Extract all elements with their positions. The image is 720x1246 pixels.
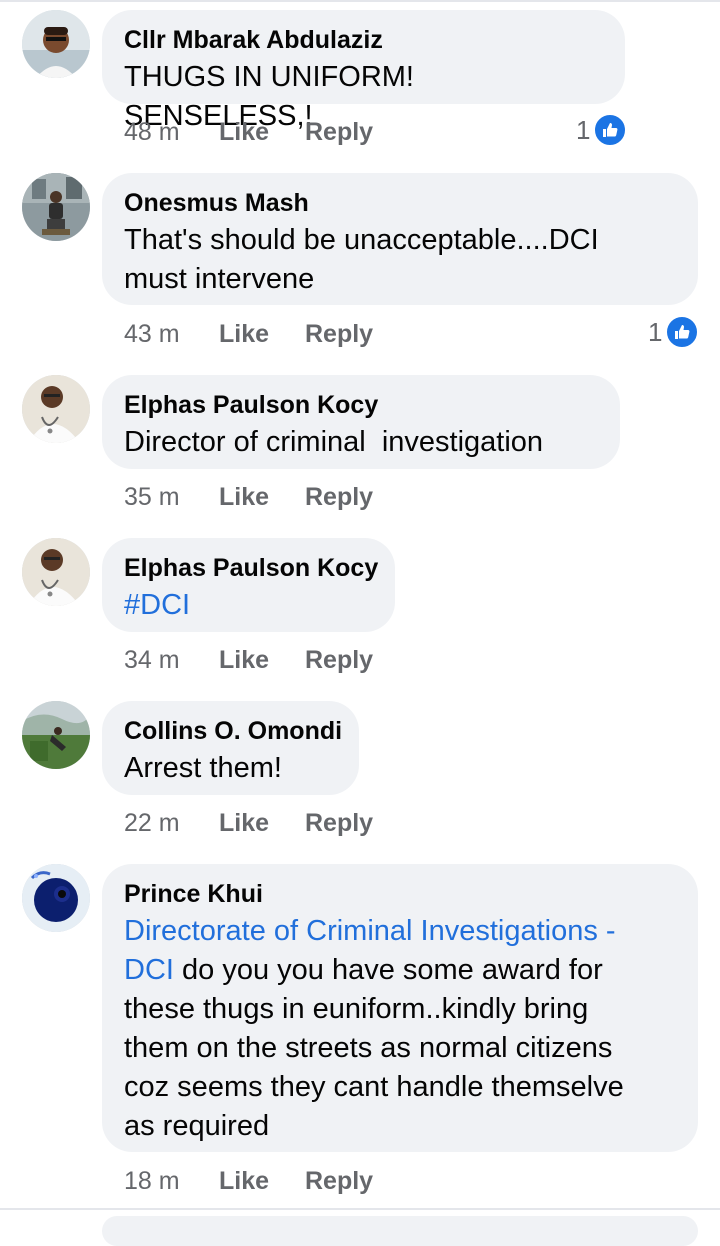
- page-mention-link[interactable]: Directorate of Criminal Investigations -: [124, 915, 616, 947]
- comment-bubble: Prince Khui Directorate of Criminal Inve…: [102, 864, 698, 1152]
- comment-text-line: these thugs in euniform..kindly bring: [124, 993, 589, 1025]
- comment-text-line: coz seems they cant handle themselve: [124, 1071, 624, 1103]
- next-comment-bubble: [102, 1216, 698, 1246]
- comment-text-line: Directorate of Criminal Investigations -: [124, 912, 676, 951]
- comment-item: Prince Khui Directorate of Criminal Inve…: [0, 0, 720, 1210]
- reply-button[interactable]: Reply: [305, 1163, 373, 1199]
- comment-text-line: DCI do you you have some award for: [124, 951, 676, 990]
- comment-author[interactable]: Prince Khui: [124, 878, 676, 910]
- comment-text-line: as required: [124, 1110, 270, 1142]
- comment-text-line: them on the streets as normal citizens: [124, 1032, 613, 1064]
- like-button[interactable]: Like: [219, 1163, 305, 1199]
- comment-actions: 18 m Like Reply: [124, 1163, 373, 1199]
- comment-timestamp[interactable]: 18 m: [124, 1163, 219, 1199]
- bottom-divider: [0, 1208, 720, 1210]
- page-mention-link[interactable]: DCI: [124, 954, 174, 986]
- comment-text: Directorate of Criminal Investigations -…: [124, 912, 676, 1146]
- comment-text-fragment: do you you have some award for: [173, 954, 603, 986]
- avatar[interactable]: [22, 864, 90, 932]
- avatar-photo: [22, 864, 90, 932]
